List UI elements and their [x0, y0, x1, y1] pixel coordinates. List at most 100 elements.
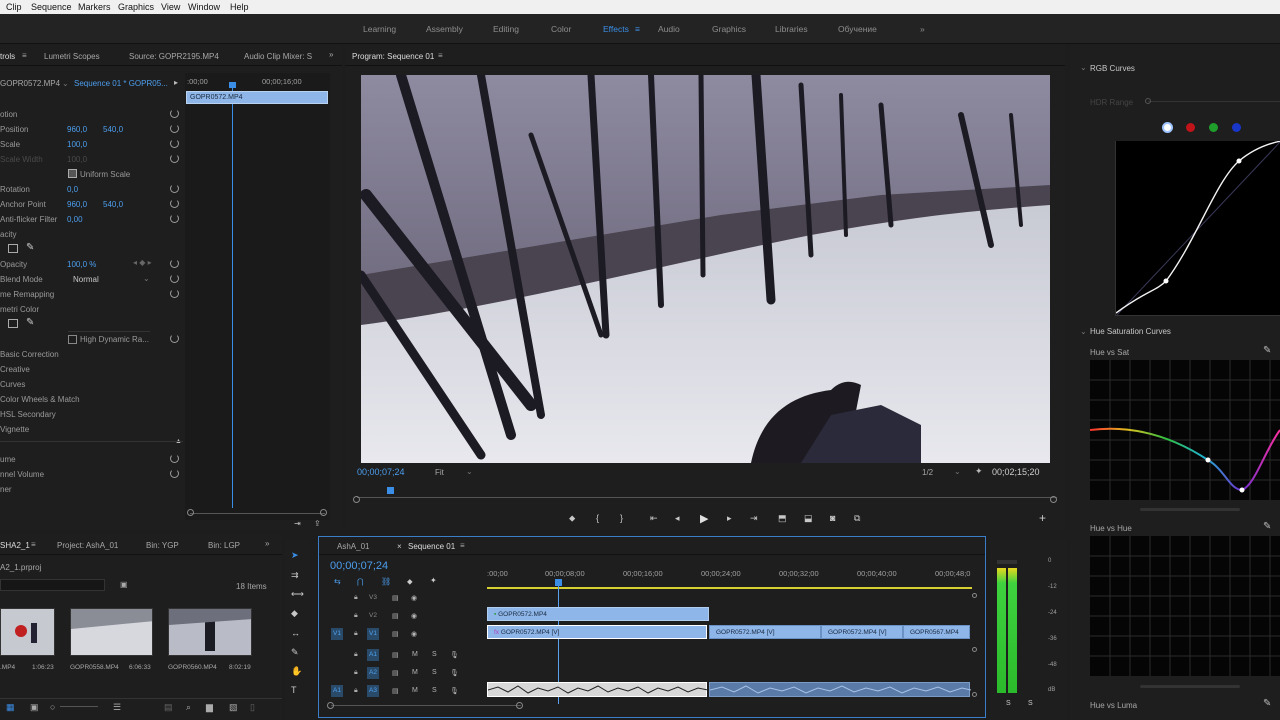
track-lock-icon[interactable]: 🔒︎ [354, 594, 358, 602]
channel-green-swatch[interactable] [1209, 123, 1218, 132]
clip-v1-3[interactable]: GOPR0572.MP4 [V] [821, 625, 903, 639]
resolution-dropdown[interactable]: 1/2 [922, 468, 933, 477]
program-timecode[interactable]: 00;00;07;24 [357, 467, 405, 477]
track-lock-icon[interactable]: 🔒︎ [354, 651, 358, 659]
mini-clip[interactable]: GOPR0572.MP4 [186, 91, 328, 104]
workspace-learning[interactable]: Learning [363, 24, 396, 34]
clip-v2[interactable]: ▪ GOPR0572.MP4 [487, 607, 709, 621]
sort-icon[interactable]: ☰ [113, 702, 121, 713]
extract-icon[interactable]: ⬓ [804, 513, 813, 524]
workspace-assembly[interactable]: Assembly [426, 24, 463, 34]
reset-icon[interactable] [170, 289, 179, 298]
solo-track-button[interactable]: S [432, 687, 437, 694]
sync-lock-icon[interactable]: ▤ [392, 651, 399, 659]
track-select-tool-icon[interactable]: ⇉ [291, 570, 299, 581]
meter-solo-right[interactable]: S [1028, 700, 1033, 707]
hue-sat-curves-heading[interactable]: Hue Saturation Curves [1090, 327, 1171, 336]
timeline-settings-wrench-icon[interactable]: ✦ [430, 576, 437, 585]
mark-out-icon[interactable]: } [620, 513, 623, 523]
sync-lock-icon[interactable]: ▤ [392, 594, 399, 602]
project-thumb-1[interactable] [0, 608, 55, 656]
workspace-color[interactable]: Color [551, 24, 571, 34]
channel-red-swatch[interactable] [1186, 123, 1195, 132]
solo-track-button[interactable]: S [432, 651, 437, 658]
work-area-bar[interactable] [487, 587, 972, 589]
reset-icon[interactable] [170, 124, 179, 133]
panel-menu-icon[interactable]: ≡ [22, 51, 27, 60]
program-playhead[interactable] [387, 487, 394, 494]
opacity-mask-rect-icon[interactable] [8, 244, 18, 253]
toggle-visibility-eye-icon[interactable]: ◉ [411, 594, 417, 602]
new-item-icon[interactable]: ▧ [229, 702, 238, 713]
comparison-view-icon[interactable]: ⧉ [854, 513, 860, 524]
timeline-tab-sequence[interactable]: Sequence 01 [408, 542, 455, 551]
panel-overflow-icon[interactable]: » [329, 50, 333, 59]
project-menu-icon[interactable]: ≡ [31, 540, 36, 549]
lumetri-pen-icon[interactable]: ✎ [26, 317, 34, 328]
tab-lumetri-scopes[interactable]: Lumetri Scopes [44, 52, 100, 61]
reset-icon[interactable] [170, 274, 179, 283]
sequence-clip-label[interactable]: Sequence 01 * GOPR05... [74, 79, 168, 88]
audio-clip-a3-2[interactable] [709, 682, 972, 697]
track-lock-icon[interactable]: 🔒︎ [354, 612, 358, 620]
slip-tool-icon[interactable]: ↔ [291, 628, 300, 638]
export-frame-camera-icon[interactable]: ◙ [830, 513, 835, 523]
play-icon[interactable]: ▸ [174, 78, 178, 87]
video-frame[interactable] [361, 75, 1050, 463]
timeline-menu-icon[interactable]: ≡ [460, 541, 465, 550]
menu-sequence[interactable]: Sequence [31, 2, 72, 12]
workspace-libraries[interactable]: Libraries [775, 24, 808, 34]
ripple-edit-tool-icon[interactable]: ⟷ [291, 589, 304, 600]
project-search-input[interactable] [0, 579, 105, 591]
hue-sat-collapse-icon[interactable]: ⌄ [1080, 327, 1087, 336]
workspace-graphics[interactable]: Graphics [712, 24, 746, 34]
project-thumb-3[interactable] [168, 608, 252, 656]
lumetri-mask-rect-icon[interactable] [8, 319, 18, 328]
menu-clip[interactable]: Clip [6, 2, 22, 12]
menu-view[interactable]: View [161, 2, 180, 12]
channel-blue-swatch[interactable] [1232, 123, 1241, 132]
workspace-overflow-icon[interactable]: » [920, 24, 925, 34]
list-view-icon[interactable]: ▦ [6, 702, 15, 713]
hue-vs-hue-graph[interactable] [1090, 536, 1280, 676]
track-target-v3[interactable]: V3 [367, 592, 379, 604]
hue-vs-luma-eyedropper-icon[interactable]: ✎ [1263, 698, 1271, 709]
hdr-checkbox[interactable] [68, 335, 77, 344]
workspace-editing[interactable]: Editing [493, 24, 519, 34]
keyframe-nav-icon[interactable]: ◂ ◆ ▸ [133, 258, 152, 267]
project-thumb-2[interactable] [70, 608, 153, 656]
chevron-down-icon[interactable]: ⌄ [62, 79, 69, 88]
mini-timeline[interactable]: :00;00 00;00;16;00 GOPR0572.MP4 [185, 73, 330, 520]
fit-dropdown[interactable]: Fit [435, 468, 444, 477]
voice-over-mic-icon[interactable]: 🎙︎ [450, 687, 459, 695]
rgb-curves-collapse-icon[interactable]: ⌄ [1080, 63, 1087, 72]
find-search-icon[interactable]: ⌕ [186, 702, 191, 713]
resolution-chevron-icon[interactable]: ⌄ [954, 467, 961, 476]
filter-icon[interactable]: ⇥ [294, 519, 301, 528]
add-marker-icon[interactable]: ⬥ [569, 513, 575, 524]
sync-lock-icon[interactable]: ▤ [392, 612, 399, 620]
timeline-tab-close-icon[interactable]: × [397, 542, 402, 551]
sync-lock-icon[interactable]: ▤ [392, 630, 399, 638]
razor-tool-icon[interactable]: ◆ [291, 608, 298, 619]
blend-mode-chevron-icon[interactable]: ⌄ [143, 274, 150, 283]
track-lock-icon[interactable]: 🔒︎ [354, 687, 358, 695]
audio-clip-a3-1[interactable] [487, 682, 709, 697]
rgb-curve-graph[interactable] [1115, 141, 1280, 316]
clip-v1-2[interactable]: GOPR0572.MP4 [V] [709, 625, 821, 639]
opacity-pen-icon[interactable]: ✎ [26, 242, 34, 253]
prop-value-9[interactable]: 100,0 % [67, 260, 96, 269]
menu-graphics[interactable]: Graphics [118, 2, 154, 12]
reset-icon[interactable] [170, 139, 179, 148]
export-icon[interactable]: ⇪ [314, 519, 321, 528]
timeline-horizontal-scrollbar[interactable] [331, 705, 521, 706]
mute-track-button[interactable]: M [412, 687, 418, 694]
project-tab-sha[interactable]: SHA2_1 [0, 541, 30, 550]
type-tool-icon[interactable]: T [291, 685, 297, 695]
automate-icon[interactable]: ▤ [164, 702, 173, 713]
prop-value-3[interactable]: 100,0 [67, 155, 87, 164]
timeline-playhead[interactable] [555, 579, 562, 586]
track-target-v1[interactable]: V1 [367, 628, 379, 640]
workspace-effects[interactable]: Effects [603, 24, 629, 34]
track-target-a1[interactable]: A1 [367, 649, 379, 661]
